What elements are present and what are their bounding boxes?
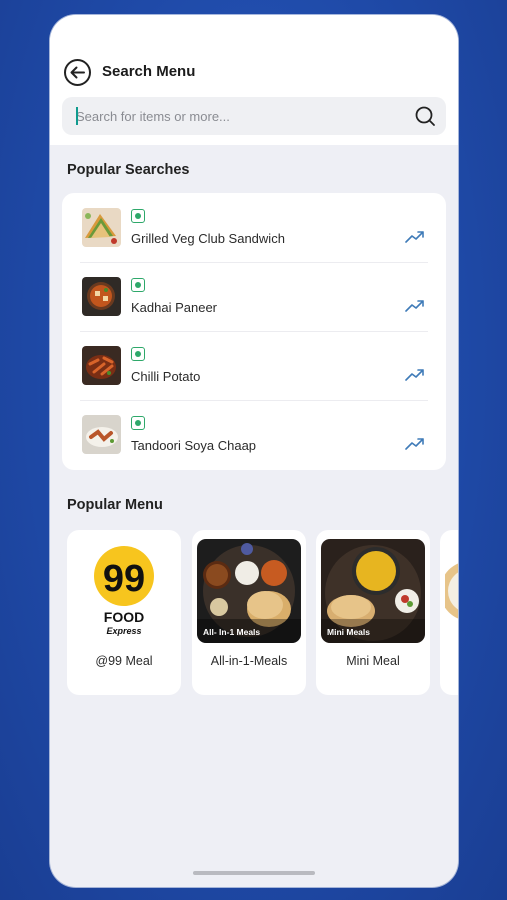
menu-card-label: Mini Meal — [346, 654, 400, 668]
kadhai-paneer-thumbnail — [82, 277, 121, 316]
menu-card-partial-image — [445, 539, 458, 643]
menu-card[interactable]: All- In-1 Meals All-in-1-Meals — [192, 530, 306, 695]
list-item[interactable]: Kadhai Paneer — [80, 262, 428, 331]
popular-searches-list: Grilled Veg Club Sandwich Kadhai Paneer — [62, 193, 446, 470]
phone-screen: Search Menu Popular Searches — [50, 15, 458, 887]
search-bar[interactable] — [62, 97, 446, 135]
back-button[interactable] — [64, 59, 91, 86]
soya-chaap-thumbnail — [82, 415, 121, 454]
menu-card[interactable]: Mini Meals Mini Meal — [316, 530, 430, 695]
svg-text:99: 99 — [103, 558, 145, 600]
chilli-potato-thumbnail — [82, 346, 121, 385]
search-icon[interactable] — [414, 105, 436, 127]
popular-searches-heading: Popular Searches — [67, 162, 190, 178]
search-input[interactable] — [76, 97, 396, 135]
food-express-logo: 99 FOOD Express — [72, 539, 176, 643]
svg-text:Express: Express — [106, 626, 141, 636]
sandwich-thumbnail — [82, 208, 121, 247]
popular-menu-heading: Popular Menu — [67, 497, 163, 513]
veg-indicator-icon — [131, 347, 145, 361]
page-title: Search Menu — [102, 63, 196, 80]
text-cursor — [76, 107, 78, 125]
search-item-label: Tandoori Soya Chaap — [131, 438, 257, 453]
trending-up-icon — [405, 369, 424, 381]
trending-up-icon — [405, 231, 424, 243]
mini-meal-image: Mini Meals — [321, 539, 425, 643]
all-in-1-meal-image: All- In-1 Meals — [197, 539, 301, 643]
list-item[interactable]: Tandoori Soya Chaap — [80, 400, 428, 469]
menu-card[interactable]: 99 FOOD Express @99 Meal — [67, 530, 181, 695]
search-item-label: Kadhai Paneer — [131, 300, 218, 315]
list-item[interactable]: Grilled Veg Club Sandwich — [80, 193, 428, 262]
menu-card-overlay: All- In-1 Meals — [203, 627, 261, 637]
veg-indicator-icon — [131, 209, 145, 223]
list-item[interactable]: Chilli Potato — [80, 331, 428, 400]
menu-card-label: All-in-1-Meals — [210, 654, 288, 668]
home-indicator[interactable] — [193, 871, 315, 875]
svg-text:FOOD: FOOD — [104, 609, 144, 625]
trending-up-icon — [405, 300, 424, 312]
search-item-label: Chilli Potato — [131, 369, 201, 384]
menu-card-overlay: Mini Meals — [327, 627, 370, 637]
menu-card-partial[interactable] — [440, 530, 458, 695]
veg-indicator-icon — [131, 278, 145, 292]
veg-indicator-icon — [131, 416, 145, 430]
header: Search Menu — [50, 15, 458, 145]
search-item-label: Grilled Veg Club Sandwich — [131, 231, 285, 246]
arrow-left-icon — [70, 66, 85, 79]
menu-card-label: @99 Meal — [95, 654, 153, 668]
trending-up-icon — [405, 438, 424, 450]
